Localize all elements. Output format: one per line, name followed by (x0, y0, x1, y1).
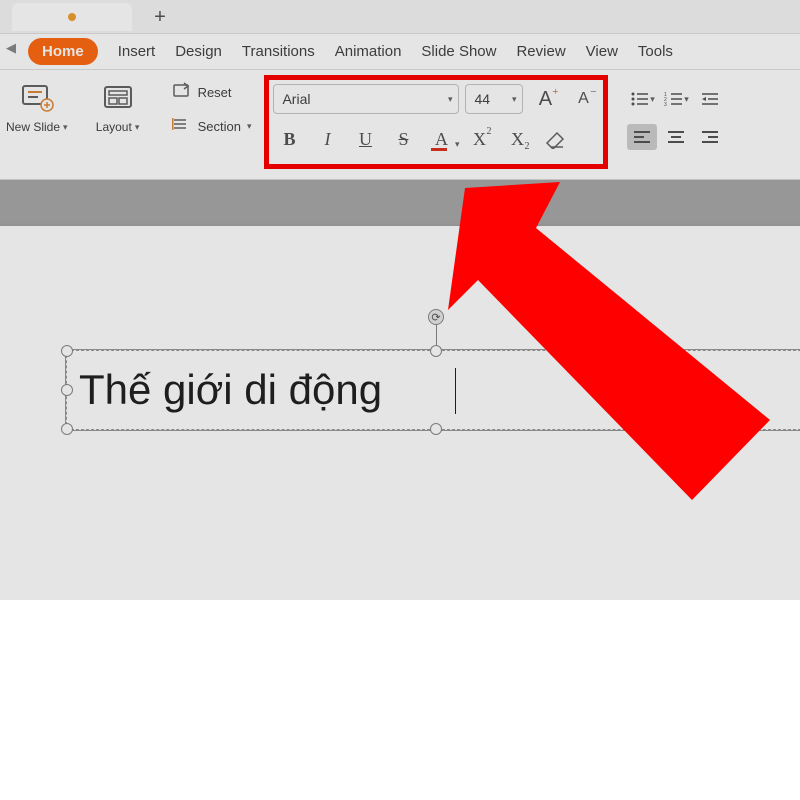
font-size-value: 44 (474, 91, 490, 107)
resize-handle-nw[interactable] (61, 345, 73, 357)
bullets-button[interactable]: ▾ (627, 86, 657, 112)
ribbon-tab-review[interactable]: Review (516, 43, 565, 60)
ribbon-tab-insert[interactable]: Insert (118, 43, 156, 60)
subscript-icon: X (511, 129, 524, 150)
ribbon-tab-tools[interactable]: Tools (638, 43, 673, 60)
bold-icon: B (283, 129, 295, 150)
ribbon-tab-animation[interactable]: Animation (335, 43, 402, 60)
align-left-icon (632, 129, 652, 145)
paragraph-group: ▾ 1 2 3 ▾ (611, 80, 733, 150)
align-right-icon (700, 129, 720, 145)
new-slide-label: New Slide (6, 120, 60, 134)
plus-icon: + (154, 7, 166, 27)
chevron-down-icon: ▾ (247, 121, 252, 132)
reset-button[interactable]: Reset (172, 80, 252, 104)
title-text[interactable]: Thế giới di động (79, 366, 382, 414)
ribbon-tab-design[interactable]: Design (175, 43, 222, 60)
layout-icon (98, 80, 138, 116)
chevron-down-icon: ▾ (63, 122, 68, 133)
document-tab[interactable] (12, 3, 132, 31)
new-slide-icon (17, 80, 57, 116)
decrease-indent-icon (700, 91, 720, 107)
new-slide-button[interactable]: New Slide ▾ (6, 80, 68, 134)
rotation-handle[interactable]: ⟳ (428, 309, 444, 325)
layout-label: Layout (96, 120, 132, 134)
text-caret (455, 368, 456, 414)
section-button[interactable]: Section ▾ (172, 114, 252, 138)
align-left-button[interactable] (627, 124, 657, 150)
subscript-two: 2 (524, 141, 529, 152)
font-size-combo[interactable]: 44 ▾ (465, 84, 523, 114)
numbering-button[interactable]: 1 2 3 ▾ (661, 86, 691, 112)
align-right-button[interactable] (695, 124, 725, 150)
ribbon-scroll-left-icon[interactable]: ◀ (6, 40, 16, 56)
strikethrough-button[interactable]: S (387, 124, 419, 154)
italic-button[interactable]: I (311, 124, 343, 154)
chevron-down-icon: ▾ (448, 94, 453, 105)
superscript-icon: X (473, 129, 486, 150)
font-color-swatch (431, 148, 447, 151)
resize-handle-s[interactable] (430, 423, 442, 435)
underline-button[interactable]: U (349, 124, 381, 154)
grow-font-button[interactable]: A + (529, 84, 561, 114)
unsaved-indicator-icon (68, 13, 76, 21)
minus-icon: − (590, 86, 596, 98)
align-center-button[interactable] (661, 124, 691, 150)
font-color-icon: A (435, 129, 448, 150)
strikethrough-icon: S (398, 129, 408, 150)
resize-handle-w[interactable] (61, 384, 73, 396)
chevron-down-icon: ▾ (455, 139, 460, 150)
section-icon (172, 116, 192, 137)
chevron-down-icon: ▾ (684, 94, 689, 105)
font-name-combo[interactable]: Arial ▾ (273, 84, 459, 114)
font-name-value: Arial (282, 91, 310, 107)
subscript-button[interactable]: X 2 (501, 124, 533, 154)
italic-icon: I (324, 129, 330, 150)
title-textbox[interactable]: ⟳ Thế giới di động (66, 350, 800, 430)
window-tabstrip: + (0, 0, 800, 34)
ribbon-tab-transitions[interactable]: Transitions (242, 43, 315, 60)
superscript-button[interactable]: X 2 (463, 124, 495, 154)
resize-handle-sw[interactable] (61, 423, 73, 435)
chevron-down-icon: ▾ (135, 122, 140, 133)
reset-icon (172, 82, 192, 103)
bullets-icon (630, 91, 650, 107)
chevron-down-icon: ▾ (512, 94, 517, 105)
decrease-indent-button[interactable] (695, 86, 725, 112)
superscript-two: 2 (486, 126, 491, 137)
font-group-highlight: Arial ▾ 44 ▾ A + A − B I (265, 76, 607, 168)
svg-text:3: 3 (664, 102, 667, 107)
resize-handle-n[interactable] (430, 345, 442, 357)
ribbon-tab-slide-show[interactable]: Slide Show (421, 43, 496, 60)
plus-icon: + (552, 86, 558, 98)
clear-formatting-button[interactable] (539, 124, 571, 154)
bold-button[interactable]: B (273, 124, 305, 154)
align-center-icon (666, 129, 686, 145)
layout-button[interactable]: Layout ▾ (90, 80, 146, 134)
ribbon-tab-row: Home Insert Design Transitions Animation… (0, 34, 800, 70)
ribbon: New Slide ▾ Layout ▾ (0, 70, 800, 180)
slide[interactable] (0, 226, 800, 800)
chevron-down-icon: ▾ (650, 94, 655, 105)
section-label: Section (198, 119, 241, 134)
shrink-font-button[interactable]: A − (567, 84, 599, 114)
numbering-icon: 1 2 3 (664, 91, 684, 107)
new-tab-button[interactable]: + (146, 3, 174, 31)
ribbon-tab-view[interactable]: View (586, 43, 618, 60)
eraser-icon (543, 129, 567, 149)
ribbon-tab-home[interactable]: Home (28, 38, 98, 65)
font-color-button[interactable]: A ▾ (425, 124, 457, 154)
reset-label: Reset (198, 85, 232, 100)
underline-icon: U (359, 129, 372, 150)
